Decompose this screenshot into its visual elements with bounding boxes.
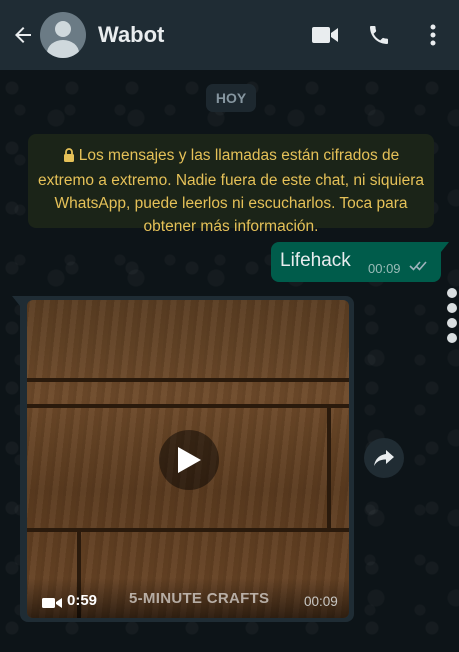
avatar[interactable]	[40, 12, 86, 58]
message-time: 00:09	[304, 594, 338, 609]
encryption-notice[interactable]: Los mensajes y las llamadas están cifrad…	[28, 134, 434, 235]
message-time: 00:09	[368, 261, 401, 276]
chat-area[interactable]: HOY Los mensajes y las llamadas están ci…	[0, 70, 459, 652]
play-icon[interactable]	[159, 430, 219, 490]
outgoing-message[interactable]: Lifehack 00:09	[271, 242, 449, 282]
read-ticks-icon	[409, 259, 429, 277]
encryption-notice-text: Los mensajes y las llamadas están cifrad…	[38, 147, 424, 235]
video-camera-icon	[42, 596, 62, 614]
message-text: Lifehack	[280, 250, 351, 271]
more-options-icon[interactable]	[413, 13, 453, 57]
forward-icon[interactable]	[364, 438, 404, 478]
scroll-indicator	[447, 288, 459, 348]
date-divider: HOY	[206, 84, 256, 112]
incoming-video-message[interactable]: 0:59 5-MINUTE CRAFTS 00:09	[12, 296, 354, 622]
back-arrow-icon[interactable]	[6, 13, 40, 57]
phone-icon[interactable]	[359, 13, 399, 57]
lock-icon	[63, 146, 75, 169]
chat-header: Wabot	[0, 0, 459, 70]
video-thumbnail[interactable]: 0:59 5-MINUTE CRAFTS 00:09	[27, 300, 349, 618]
video-call-icon[interactable]	[305, 13, 345, 57]
video-watermark: 5-MINUTE CRAFTS	[129, 590, 270, 607]
contact-name[interactable]: Wabot	[98, 22, 305, 48]
video-duration: 0:59	[67, 592, 98, 609]
